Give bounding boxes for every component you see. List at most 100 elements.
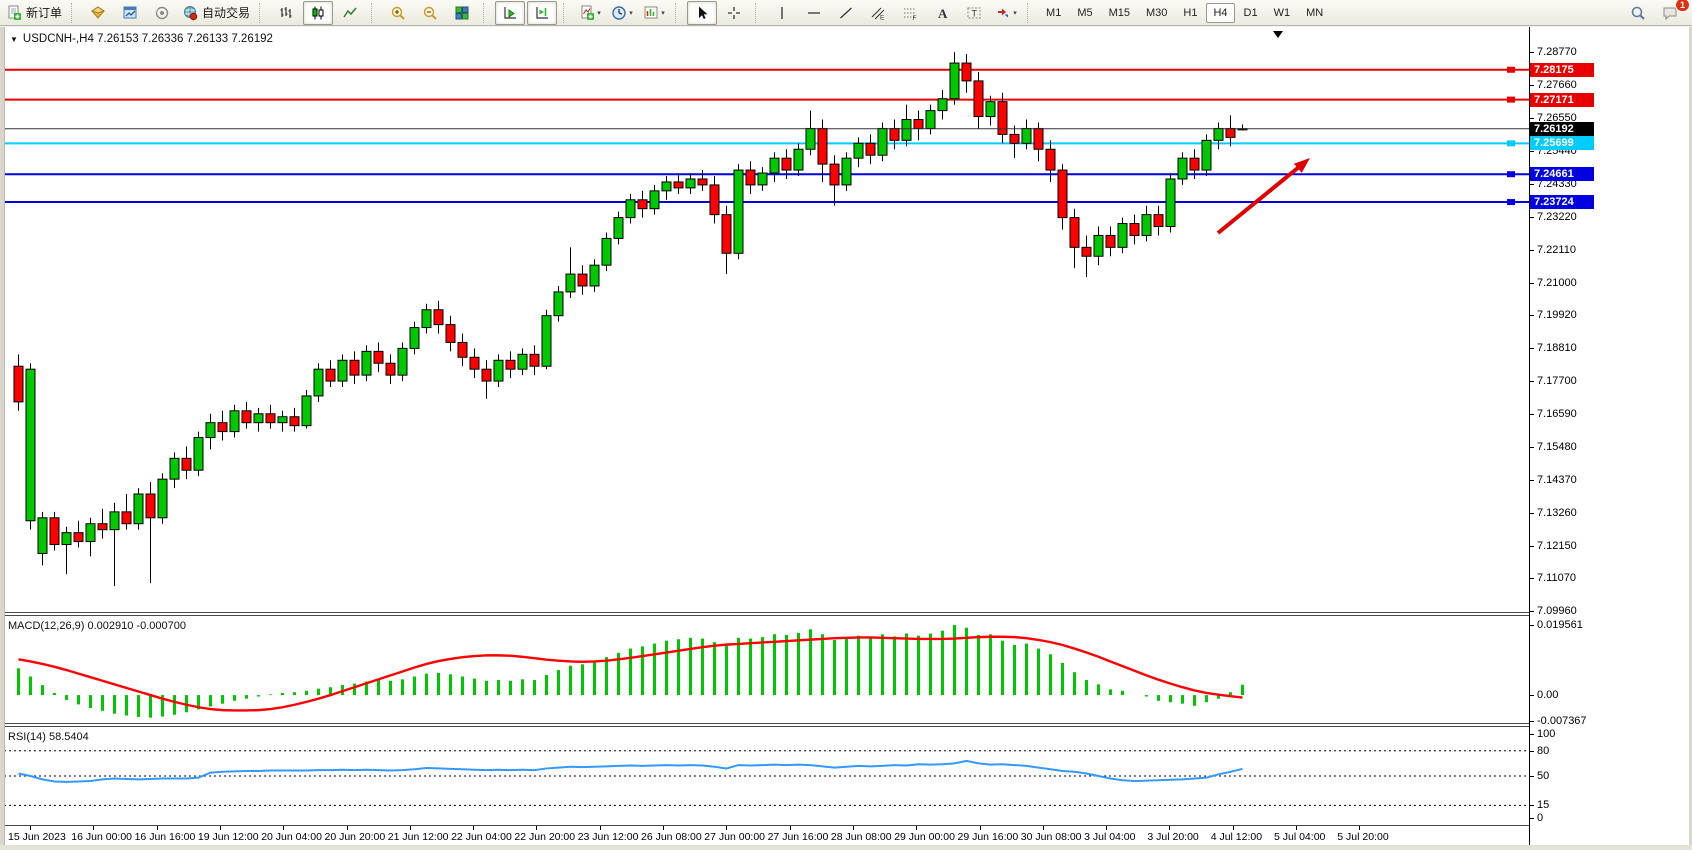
time-label: 21 Jun 12:00 — [388, 831, 449, 843]
candle-body — [1082, 247, 1091, 256]
periods-button[interactable]: ▾ — [607, 1, 637, 25]
cursor-icon — [694, 5, 710, 21]
new-order-icon — [6, 5, 22, 21]
candle-body — [974, 81, 983, 117]
price-tick — [1529, 118, 1534, 119]
candle-body — [878, 128, 887, 155]
rsi-pane-canvas[interactable] — [4, 727, 1529, 825]
time-label: 20 Jun 20:00 — [325, 831, 386, 843]
chart-dropdown-icon[interactable]: ▼ — [10, 35, 18, 44]
svg-text:T: T — [972, 8, 978, 18]
candle-body — [650, 191, 659, 209]
line-handle[interactable] — [1507, 199, 1515, 205]
navigator-button[interactable] — [147, 1, 177, 25]
zoom-out-button[interactable] — [415, 1, 445, 25]
cursor-button[interactable] — [687, 1, 717, 25]
candle-body — [374, 351, 383, 363]
time-label: 30 Jun 08:00 — [1021, 831, 1082, 843]
time-tick — [93, 826, 94, 830]
toolbar-separator — [259, 3, 266, 23]
price-pane-canvas[interactable] — [4, 28, 1529, 612]
svg-text:F: F — [913, 15, 917, 21]
timeframe-h4-button[interactable]: H4 — [1206, 3, 1234, 23]
candle-body — [1142, 215, 1151, 236]
bar-chart-icon — [278, 5, 294, 21]
candle-body — [1058, 170, 1067, 218]
price-tick-label: 7.21000 — [1537, 277, 1577, 290]
time-tick — [220, 826, 221, 830]
candlestick-button[interactable] — [303, 1, 333, 25]
chart-shift-icon — [534, 5, 550, 21]
dropdown-caret-icon: ▾ — [597, 9, 601, 17]
timeframe-m5-button[interactable]: M5 — [1070, 3, 1099, 23]
candle-body — [770, 158, 779, 173]
trendline-button[interactable] — [831, 1, 861, 25]
chart-title-text: USDCNH-,H4 7.26153 7.26336 7.26133 7.261… — [23, 33, 273, 45]
autotrade-icon — [182, 5, 198, 21]
tile-windows-button[interactable] — [447, 1, 477, 25]
fibonacci-button[interactable]: F — [895, 1, 925, 25]
chart-shift-marker[interactable] — [1273, 31, 1283, 38]
time-tick — [1359, 826, 1360, 830]
candle-body — [566, 274, 575, 292]
candle-body — [830, 164, 839, 185]
dropdown-caret-icon: ▾ — [1013, 9, 1017, 17]
vertical-line-button[interactable] — [767, 1, 797, 25]
charts-button[interactable] — [115, 1, 145, 25]
timeframe-mn-button[interactable]: MN — [1299, 3, 1330, 23]
rsi-tick-label: 50 — [1537, 770, 1549, 783]
candle-body — [758, 173, 767, 185]
line-handle[interactable] — [1507, 171, 1515, 177]
line-handle[interactable] — [1507, 67, 1515, 73]
autotrading-button[interactable]: 自动交易 — [179, 1, 253, 25]
timeframe-m30-button[interactable]: M30 — [1139, 3, 1174, 23]
candle-body — [1214, 128, 1223, 140]
main-toolbar: 新订单 自动交易 ▾ ▾ ▾ E F A T ▾ M1M5M15M30H1H4D1W1MN 1 — [0, 0, 1692, 26]
chart-shift-button[interactable] — [527, 1, 557, 25]
notifications-button[interactable]: 1 — [1655, 1, 1685, 25]
horizontal-line-button[interactable] — [799, 1, 829, 25]
candle-body — [782, 158, 791, 170]
rsi-tick — [1529, 751, 1534, 752]
candle-body — [806, 128, 815, 149]
search-button[interactable] — [1623, 1, 1653, 25]
new-order-button-label: 新订单 — [26, 4, 62, 21]
equidistant-channel-button[interactable]: E — [863, 1, 893, 25]
arrows-button[interactable]: ▾ — [991, 1, 1021, 25]
indicators-button[interactable]: ▾ — [575, 1, 605, 25]
timeframe-h1-button[interactable]: H1 — [1176, 3, 1204, 23]
trend-arrow-annotation[interactable] — [1218, 167, 1299, 233]
crosshair-button[interactable] — [719, 1, 749, 25]
zoom-in-button[interactable] — [383, 1, 413, 25]
text-label-button[interactable]: T — [959, 1, 989, 25]
candle-body — [50, 518, 59, 545]
candle-body — [242, 411, 251, 423]
candlestick-icon — [310, 5, 326, 21]
zoom-out-icon — [422, 5, 438, 21]
pane-divider — [4, 825, 1529, 826]
price-tick — [1529, 578, 1534, 579]
line-chart-button[interactable] — [335, 1, 365, 25]
dropdown-caret-icon: ▾ — [629, 9, 633, 17]
line-handle[interactable] — [1507, 97, 1515, 103]
bar-chart-button[interactable] — [271, 1, 301, 25]
text-button[interactable]: A — [927, 1, 957, 25]
candle-body — [290, 417, 299, 426]
timeframe-w1-button[interactable]: W1 — [1267, 3, 1298, 23]
profiles-button[interactable] — [83, 1, 113, 25]
auto-scroll-button[interactable] — [495, 1, 525, 25]
timeframe-m15-button[interactable]: M15 — [1102, 3, 1137, 23]
candle-body — [14, 366, 23, 402]
new-order-button[interactable]: 新订单 — [3, 1, 65, 25]
candle-body — [26, 369, 35, 521]
timeframe-m1-button[interactable]: M1 — [1039, 3, 1068, 23]
macd-pane-canvas[interactable] — [4, 616, 1529, 723]
templates-button[interactable]: ▾ — [639, 1, 669, 25]
candle-body — [662, 182, 671, 191]
line-handle[interactable] — [1507, 140, 1515, 146]
candle-body — [1154, 215, 1163, 227]
timeframe-d1-button[interactable]: D1 — [1237, 3, 1265, 23]
candle-body — [998, 102, 1007, 135]
candle-body — [842, 158, 851, 185]
candle-body — [98, 524, 107, 530]
